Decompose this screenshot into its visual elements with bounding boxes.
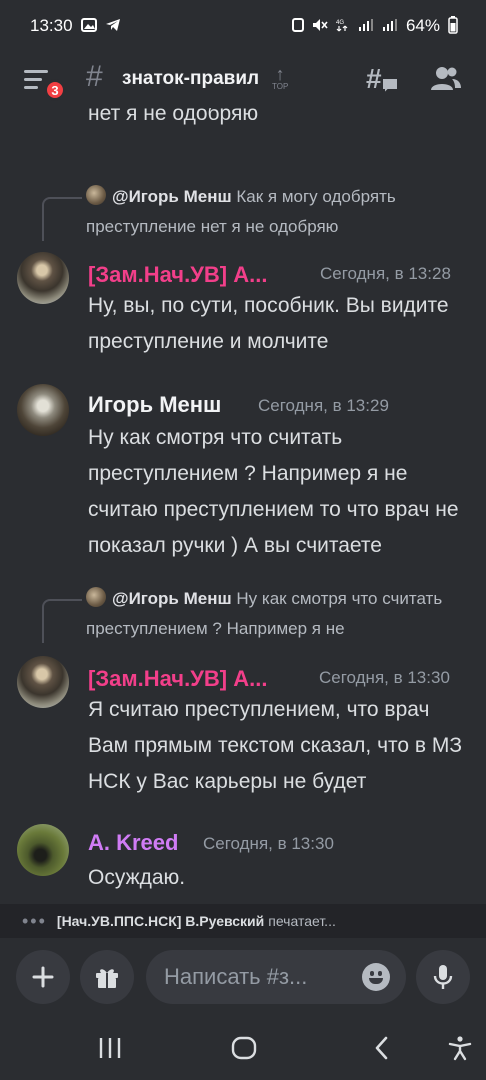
menu-button[interactable]: 3 — [24, 66, 66, 101]
avatar[interactable] — [17, 656, 69, 708]
status-time: 13:30 — [30, 16, 73, 35]
message-author[interactable]: А. Kreed — [88, 830, 178, 856]
hamburger-line — [24, 86, 38, 89]
typing-indicator: ••• [Нач.УВ.ППС.НСК] В.Руевский печатает… — [0, 904, 486, 938]
typing-suffix: печатает... — [268, 913, 336, 929]
emoji-icon[interactable] — [362, 963, 390, 991]
signal-icon-2 — [382, 18, 398, 35]
message-author[interactable]: [Зам.Нач.УВ] А... — [88, 262, 267, 288]
reply-spine — [42, 197, 82, 241]
add-button[interactable] — [16, 950, 70, 1004]
message-text: Ну, вы, по сути, пособник. Вы видите пре… — [88, 294, 449, 353]
message-time: Сегодня, в 13:30 — [203, 834, 334, 853]
hamburger-line — [24, 78, 42, 81]
battery-percent: 64% — [405, 16, 440, 35]
arrow-up-icon: ↑ — [275, 64, 285, 84]
reply-preview[interactable]: @Игорь Менш Ну как смотря что считать пр… — [86, 584, 466, 644]
channel-header: 3 # знаток-правил ↑ TOP # — [0, 52, 486, 108]
nfc-icon — [291, 17, 304, 35]
emoji-mouth — [369, 978, 383, 984]
hamburger-icon — [24, 70, 48, 73]
message-text: Я считаю преступлением, что врач Вам пря… — [88, 698, 463, 793]
reply-preview[interactable]: @Игорь Менш Как я могу одобрять преступл… — [86, 182, 466, 242]
top-label: TOP — [272, 82, 289, 91]
telegram-icon — [105, 18, 121, 35]
top-indicator: ↑ TOP — [272, 64, 289, 92]
message-time: Сегодня, в 13:29 — [258, 396, 389, 415]
message-time: Сегодня, в 13:30 — [319, 668, 450, 687]
battery-icon — [448, 15, 458, 37]
avatar[interactable] — [17, 384, 69, 436]
reply-avatar — [86, 185, 106, 205]
reply-avatar — [86, 587, 106, 607]
members-icon — [431, 67, 461, 90]
plus-icon — [32, 966, 54, 988]
voice-button[interactable] — [416, 950, 470, 1004]
message-text: нет я не одобряю — [88, 108, 259, 125]
accessibility-button[interactable] — [444, 1032, 476, 1064]
home-icon — [231, 1036, 257, 1060]
svg-text:#: # — [366, 64, 382, 94]
avatar[interactable] — [17, 824, 69, 876]
system-nav-bar — [0, 1018, 486, 1080]
message-tail: нет я не одобряю — [88, 108, 478, 132]
input-placeholder: Написать #з... — [164, 964, 308, 989]
reply-author: @Игорь Менш — [112, 589, 232, 608]
recents-icon — [99, 1038, 121, 1058]
message-author[interactable]: [Зам.Нач.УВ] А... — [88, 666, 267, 692]
gift-button[interactable] — [80, 950, 134, 1004]
message-author[interactable]: Игорь Менш — [88, 392, 221, 418]
network-4g-icon: 4G — [336, 18, 350, 35]
typing-dots-icon: ••• — [22, 911, 47, 931]
members-button[interactable] — [428, 64, 462, 96]
message-input[interactable]: Написать #з... — [146, 950, 406, 1004]
notification-badge: 3 — [44, 79, 66, 101]
message-text: Ну как смотря что считать преступлением … — [88, 426, 459, 557]
message-time: Сегодня, в 13:28 — [320, 264, 451, 283]
channel-title[interactable]: знаток-правил — [122, 68, 259, 90]
svg-text:4G: 4G — [336, 20, 344, 26]
gift-icon — [96, 969, 118, 988]
mute-icon — [312, 18, 328, 35]
message-list[interactable]: нет я не одобряю @Игорь Менш Как я могу … — [0, 108, 486, 904]
reply-spine — [42, 599, 82, 643]
status-bar: 13:30 4G 64% — [0, 0, 486, 52]
recents-button[interactable] — [94, 1032, 126, 1064]
hash-icon: # — [86, 60, 103, 93]
microphone-icon — [433, 965, 453, 989]
threads-icon: # — [366, 63, 399, 97]
back-button[interactable] — [366, 1032, 398, 1064]
reply-author: @Игорь Менш — [112, 187, 232, 206]
accessibility-icon — [448, 1036, 472, 1061]
threads-button[interactable]: # — [366, 63, 400, 97]
typing-user: [Нач.УВ.ППС.НСК] В.Руевский — [56, 913, 265, 929]
gallery-icon — [80, 17, 97, 35]
back-icon — [375, 1036, 388, 1060]
avatar[interactable] — [17, 252, 69, 304]
message-text: Осуждаю. — [88, 866, 186, 889]
signal-icon — [358, 18, 374, 35]
home-button[interactable] — [228, 1032, 260, 1064]
composer: Написать #з... — [0, 938, 486, 1018]
